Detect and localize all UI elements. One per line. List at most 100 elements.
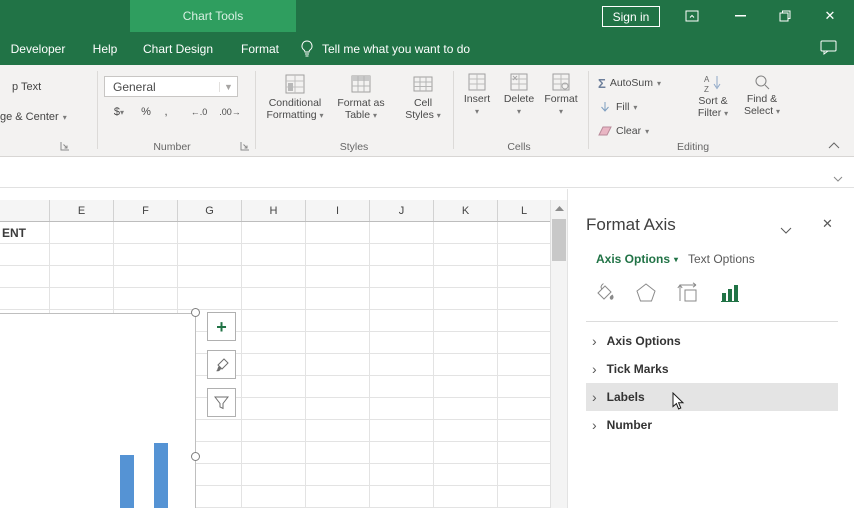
column-chart-glyph [718, 281, 742, 305]
chart-elements-button[interactable]: + [207, 312, 236, 341]
scroll-up-icon[interactable] [551, 200, 567, 217]
sort-filter-icon: AZ [703, 73, 723, 93]
delete-cells-button[interactable]: Delete ▾ [498, 73, 540, 135]
fill-line-category-icon[interactable] [590, 279, 618, 307]
restore-glyph [779, 10, 791, 22]
launcher-glyph [240, 141, 250, 151]
restore-icon[interactable] [770, 0, 800, 32]
pane-tab-axis-options[interactable]: Axis Options ▾ [596, 252, 678, 266]
tell-me-label: Tell me what you want to do [322, 42, 470, 56]
vertical-scrollbar[interactable] [550, 200, 567, 508]
number-format-select[interactable]: General ▼ [104, 76, 238, 97]
number-dialog-launcher-icon[interactable] [240, 141, 250, 154]
fill-button[interactable]: Fill ▾ [598, 97, 637, 117]
insert-cells-button[interactable]: Insert ▾ [456, 73, 498, 135]
column-header[interactable]: I [306, 200, 370, 221]
chevron-down-icon: ▾ [517, 107, 521, 116]
currency-format-button[interactable]: $▾ [106, 103, 132, 121]
comments-icon[interactable] [820, 40, 837, 60]
formula-bar[interactable] [0, 157, 854, 188]
tab-chart-design[interactable]: Chart Design [135, 32, 221, 65]
chevron-down-icon: ▼ [219, 82, 237, 92]
increase-decimal-icon[interactable]: ←.0 [186, 103, 212, 121]
cell-styles-label1: Cell [414, 97, 432, 109]
column-header-partial[interactable] [0, 200, 50, 221]
size-properties-category-icon[interactable] [674, 279, 702, 307]
column-header[interactable]: J [370, 200, 434, 221]
pane-close-icon[interactable]: ✕ [822, 216, 833, 232]
chart-filters-button[interactable] [207, 388, 236, 417]
decrease-decimal-label: .00→ [219, 107, 241, 117]
wrap-text-button[interactable]: p Text [12, 81, 41, 93]
section-number[interactable]: › Number [586, 411, 838, 439]
chevron-right-icon: › [592, 334, 597, 348]
column-header[interactable]: K [434, 200, 498, 221]
section-axis-options[interactable]: › Axis Options [586, 327, 838, 355]
comma-label: , [164, 106, 167, 118]
pane-tab-text-options[interactable]: Text Options [688, 252, 755, 266]
gridline [433, 222, 434, 508]
cell-text: ENT [2, 226, 26, 240]
chevron-up-glyph [828, 142, 840, 149]
embedded-chart[interactable] [0, 313, 196, 508]
close-icon[interactable]: ✕ [815, 0, 845, 32]
chevron-down-icon: ▾ [120, 108, 124, 117]
format-cells-button[interactable]: Format ▾ [540, 73, 582, 135]
group-separator [97, 71, 98, 149]
chevron-down-icon: ▾ [475, 107, 479, 116]
titlebar: Chart Tools Sign in ✕ Developer Help Cha… [0, 0, 854, 65]
sort-filter-label2: Filter [698, 107, 721, 119]
axis-options-category-icon[interactable] [716, 279, 744, 307]
format-as-table-label1: Format as [337, 97, 384, 109]
chart-selection-handle[interactable] [191, 308, 200, 317]
ribbon-display-options-icon[interactable] [677, 0, 707, 32]
find-select-icon [753, 73, 771, 91]
chevron-right-icon: › [592, 362, 597, 376]
tab-developer[interactable]: Developer [5, 32, 71, 65]
find-select-button[interactable]: Find &Select ▾ [738, 69, 786, 141]
column-header[interactable]: F [114, 200, 178, 221]
sign-in-button[interactable]: Sign in [602, 6, 660, 27]
clear-button[interactable]: Clear ▾ [598, 121, 649, 141]
formula-bar-expand-icon[interactable] [833, 169, 843, 187]
section-tick-marks[interactable]: › Tick Marks [586, 355, 838, 383]
section-labels[interactable]: › Labels [586, 383, 838, 411]
cell-styles-label2: Styles [405, 109, 434, 121]
decrease-decimal-icon[interactable]: .00→ [216, 103, 244, 121]
tab-help[interactable]: Help [80, 32, 130, 65]
format-as-table-label2: Table [345, 109, 370, 121]
gridline [305, 222, 306, 508]
find-select-label2: Select [744, 105, 773, 117]
pane-collapse-icon[interactable] [780, 221, 792, 239]
column-header[interactable]: L [498, 200, 550, 221]
column-header[interactable]: H [242, 200, 306, 221]
minimize-icon[interactable] [725, 0, 755, 32]
paintbrush-icon [214, 357, 230, 373]
alignment-dialog-launcher-icon[interactable] [60, 141, 70, 154]
scrollbar-thumb[interactable] [552, 219, 566, 261]
tab-format[interactable]: Format [228, 32, 292, 65]
insert-cells-label: Insert [464, 93, 490, 105]
increase-decimal-label: ←.0 [191, 107, 208, 117]
tab-developer-label: Developer [11, 42, 66, 56]
merge-center-button[interactable]: ge & Center ▾ [0, 111, 67, 123]
column-header[interactable]: G [178, 200, 242, 221]
effects-category-icon[interactable] [632, 279, 660, 307]
chart-styles-button[interactable] [207, 350, 236, 379]
percent-format-button[interactable]: % [138, 103, 154, 121]
autosum-label: AutoSum [610, 77, 653, 89]
cell-styles-button[interactable]: CellStyles ▾ [392, 69, 454, 141]
tell-me-box[interactable]: Tell me what you want to do [300, 32, 470, 65]
column-header[interactable]: E [50, 200, 114, 221]
lightbulb-icon [300, 40, 314, 57]
format-as-table-button[interactable]: Format asTable ▾ [330, 69, 392, 141]
chart-bar [120, 455, 134, 508]
sort-filter-button[interactable]: AZ Sort &Filter ▾ [690, 69, 736, 141]
collapse-ribbon-icon[interactable] [828, 140, 840, 152]
conditional-formatting-button[interactable]: ConditionalFormatting ▾ [264, 69, 326, 141]
comma-format-button[interactable]: , [160, 103, 172, 121]
insert-cells-icon [468, 73, 486, 91]
autosum-button[interactable]: Σ AutoSum ▾ [598, 73, 661, 93]
funnel-icon [214, 396, 229, 410]
chart-selection-handle[interactable] [191, 452, 200, 461]
